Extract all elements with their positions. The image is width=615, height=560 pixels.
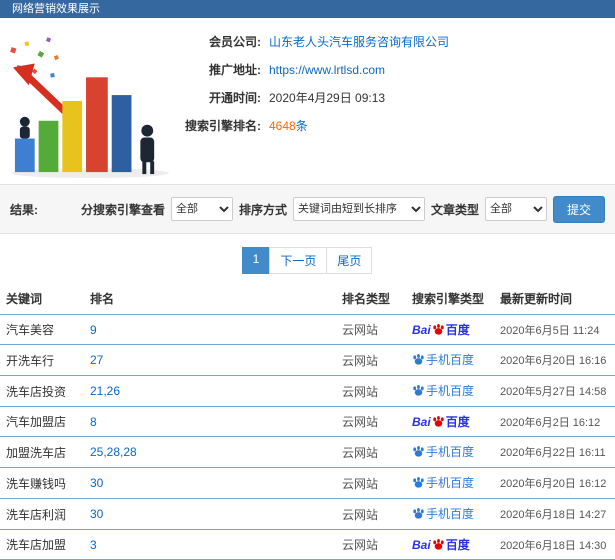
rank-cell: 3 [90, 537, 97, 552]
table-row: 汽车加盟店 8 云网站 Bai 百度 2020年6月2日 16:12 [0, 407, 615, 437]
promo-url-label: 推广地址: [209, 63, 261, 77]
open-time-label: 开通时间: [209, 91, 261, 105]
engine-cell: 手机百度 [406, 376, 494, 407]
keyword-cell: 汽车加盟店 [6, 415, 67, 429]
keyword-cell: 洗车赚钱吗 [6, 476, 67, 491]
engine-rank-row: 搜索引擎排名: 4648条 [175, 118, 615, 135]
mobile-baidu-logo: 手机百度 [412, 474, 474, 491]
update-time-cell: 2020年6月20日 16:12 [500, 478, 607, 490]
table-header-row: 关键词 排名 排名类型 搜索引擎类型 最新更新时间 [0, 284, 615, 315]
update-time-cell: 2020年6月18日 14:30 [500, 539, 607, 552]
mobile-baidu-logo: 手机百度 [412, 351, 474, 368]
keyword-cell: 开洗车行 [6, 353, 55, 368]
header-rank: 排名 [90, 292, 115, 306]
results-label: 结果: [10, 202, 38, 217]
rank-cell: 21,26 [90, 384, 121, 398]
submit-button[interactable]: 提交 [552, 195, 605, 223]
baidu-logo: Bai 百度 [412, 322, 470, 338]
rank-count-unit: 条 [295, 119, 308, 133]
article-type-label: 文章类型 [430, 202, 479, 217]
engine-rank-label: 搜索引擎排名: [185, 119, 261, 133]
rank-type-cell: 云网站 [342, 538, 379, 552]
article-type-select[interactable]: 全部 [484, 197, 547, 221]
sort-filter-label: 排序方式 [238, 202, 287, 217]
keyword-cell: 洗车店投资 [6, 384, 67, 399]
table-row: 洗车店利润 30 云网站 手机百度 2020年6月18日 14:27 [0, 499, 615, 530]
keyword-cell: 洗车店加盟 [6, 538, 67, 552]
update-time-cell: 2020年6月20日 16:16 [500, 355, 607, 367]
pagination: 1 下一页 尾页 [0, 247, 615, 274]
company-link[interactable]: 山东老人头汽车服务咨询有限公司 [269, 34, 449, 51]
results-table: 关键词 排名 排名类型 搜索引擎类型 最新更新时间 汽车美容 9 云网站 Bai… [0, 284, 615, 560]
promo-url-link[interactable]: https://www.lrtlsd.com [269, 62, 385, 79]
engine-filter-select[interactable]: 全部 [170, 197, 233, 221]
update-time-cell: 2020年6月22日 16:11 [500, 447, 606, 459]
filter-controls: 分搜索引擎查看 全部 排序方式 关键词由短到长排序 文章类型 全部 提交 [80, 195, 605, 223]
rank-count: 4648 [269, 119, 296, 133]
page-title: 网络营销效果展示 [12, 3, 100, 15]
rank-cell: 30 [90, 476, 104, 490]
table-row: 洗车店加盟 3 云网站 Bai 百度 2020年6月18日 14:30 [0, 530, 615, 560]
rank-cell: 27 [90, 353, 104, 367]
engine-cell: Bai 百度 [406, 315, 494, 345]
table-row: 洗车店投资 21,26 云网站 手机百度 2020年5月27日 14:58 [0, 376, 615, 407]
table-row: 开洗车行 27 云网站 手机百度 2020年6月20日 16:16 [0, 345, 615, 376]
page-next[interactable]: 下一页 [269, 247, 328, 274]
company-label: 会员公司: [209, 35, 261, 49]
engine-cell: Bai 百度 [406, 530, 494, 560]
sort-select[interactable]: 关键词由短到长排序 [292, 197, 425, 221]
table-row: 汽车美容 9 云网站 Bai 百度 2020年6月5日 11:24 [0, 315, 615, 345]
update-time-cell: 2020年5月27日 14:58 [500, 386, 607, 398]
keyword-cell: 加盟洗车店 [6, 445, 67, 460]
filter-bar: 结果: 分搜索引擎查看 全部 排序方式 关键词由短到长排序 文章类型 全部 提交 [0, 184, 615, 234]
header-engine-type: 搜索引擎类型 [412, 292, 485, 306]
update-time-cell: 2020年6月2日 16:12 [500, 416, 601, 429]
bar-chart-illustration [0, 18, 175, 184]
engine-cell: 手机百度 [406, 468, 494, 499]
rank-type-cell: 云网站 [342, 445, 379, 460]
rank-type-cell: 云网站 [342, 415, 379, 429]
mobile-baidu-logo: 手机百度 [412, 382, 474, 399]
company-row: 会员公司: 山东老人头汽车服务咨询有限公司 [175, 34, 615, 51]
keyword-cell: 洗车店利润 [6, 507, 67, 522]
update-time-cell: 2020年6月18日 14:27 [500, 509, 607, 521]
app-header: 网络营销效果展示 [0, 0, 615, 18]
header-rank-type: 排名类型 [342, 292, 391, 306]
engine-cell: 手机百度 [406, 345, 494, 376]
open-time-value: 2020年4月29日 09:13 [269, 91, 386, 105]
rank-type-cell: 云网站 [342, 384, 379, 399]
results-table-body: 汽车美容 9 云网站 Bai 百度 2020年6月5日 11:24 开洗车行 27… [0, 315, 615, 560]
page-current[interactable]: 1 [241, 247, 271, 274]
engine-cell: 手机百度 [406, 437, 494, 468]
page-last[interactable]: 尾页 [326, 247, 373, 274]
baidu-logo: Bai 百度 [412, 414, 470, 430]
engine-cell: Bai 百度 [406, 407, 494, 437]
engine-filter-label: 分搜索引擎查看 [80, 202, 165, 217]
engine-rank-value: 4648条 [269, 118, 308, 135]
mobile-baidu-logo: 手机百度 [412, 505, 474, 522]
baidu-logo: Bai 百度 [412, 537, 470, 553]
rank-cell: 30 [90, 507, 104, 521]
rank-type-cell: 云网站 [342, 353, 379, 368]
promo-url-row: 推广地址: https://www.lrtlsd.com [175, 62, 615, 79]
rank-type-cell: 云网站 [342, 507, 379, 522]
open-time-row: 开通时间: 2020年4月29日 09:13 [175, 90, 615, 107]
header-update-time: 最新更新时间 [500, 292, 573, 306]
table-row: 加盟洗车店 25,28,28 云网站 手机百度 2020年6月22日 16:11 [0, 437, 615, 468]
rank-type-cell: 云网站 [342, 476, 379, 491]
update-time-cell: 2020年6月5日 11:24 [500, 324, 600, 337]
rank-cell: 9 [90, 322, 97, 337]
header-keyword: 关键词 [6, 292, 43, 306]
keyword-cell: 汽车美容 [6, 323, 55, 337]
mobile-baidu-logo: 手机百度 [412, 443, 474, 460]
engine-cell: 手机百度 [406, 499, 494, 530]
member-info-section: 会员公司: 山东老人头汽车服务咨询有限公司 推广地址: https://www.… [0, 18, 615, 184]
table-row: 洗车赚钱吗 30 云网站 手机百度 2020年6月20日 16:12 [0, 468, 615, 499]
rank-cell: 25,28,28 [90, 445, 137, 459]
member-info-rows: 会员公司: 山东老人头汽车服务咨询有限公司 推广地址: https://www.… [175, 18, 615, 184]
rank-cell: 8 [90, 414, 97, 429]
rank-type-cell: 云网站 [342, 323, 379, 337]
